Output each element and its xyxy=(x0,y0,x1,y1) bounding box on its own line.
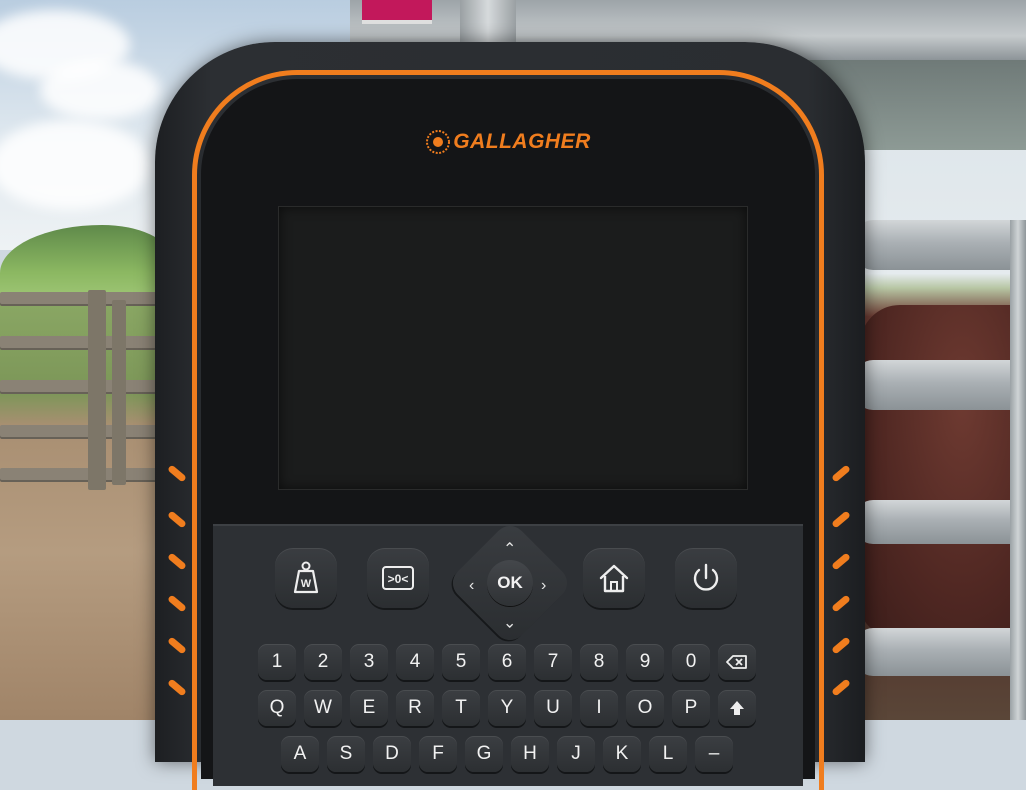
zero-icon: >0< xyxy=(382,566,414,590)
brand-name: GALLAGHER xyxy=(453,130,591,153)
shift-key[interactable] xyxy=(718,690,756,726)
key-o[interactable]: O xyxy=(626,690,664,726)
grip-dash xyxy=(831,636,851,655)
key-j[interactable]: J xyxy=(557,736,595,772)
key-f[interactable]: F xyxy=(419,736,457,772)
key-g[interactable]: G xyxy=(465,736,503,772)
key-5[interactable]: 5 xyxy=(442,644,480,680)
weight-icon: W xyxy=(293,561,319,594)
key-3[interactable]: 3 xyxy=(350,644,388,680)
key-y[interactable]: Y xyxy=(488,690,526,726)
grip-dash xyxy=(167,552,187,571)
key-a[interactable]: A xyxy=(281,736,319,772)
fence-rail xyxy=(0,468,160,482)
keypad: W >0< ⌃ ⌃ ‹ › OK 1 2 3 4 5 6 7 8 9 0 Q W… xyxy=(213,519,803,786)
fence-rail xyxy=(0,336,160,350)
power-icon xyxy=(693,563,719,591)
ok-button[interactable]: OK xyxy=(487,560,533,606)
key-4[interactable]: 4 xyxy=(396,644,434,680)
ground xyxy=(0,300,170,720)
key-q[interactable]: Q xyxy=(258,690,296,726)
grip-dash xyxy=(167,594,187,613)
backspace-icon xyxy=(726,655,747,669)
weigh-scale-device: GALLAGHER W >0< ⌃ ⌃ ‹ › OK 1 2 3 4 5 6 7… xyxy=(155,42,865,790)
key-7[interactable]: 7 xyxy=(534,644,572,680)
grip-dash xyxy=(831,510,851,529)
home-icon xyxy=(599,564,629,593)
fence-rail xyxy=(0,425,160,439)
key-t[interactable]: T xyxy=(442,690,480,726)
gate-rail xyxy=(855,628,1026,676)
gallagher-logo-icon xyxy=(426,130,451,154)
key-1[interactable]: 1 xyxy=(258,644,296,680)
dpad-down-arrow-icon[interactable]: ⌃ xyxy=(503,612,516,629)
weigh-key-label: W xyxy=(301,578,312,590)
dpad-up-arrow-icon[interactable]: ⌃ xyxy=(503,542,516,558)
fence-post xyxy=(112,300,126,485)
grip-dash xyxy=(167,464,187,483)
gate-rail xyxy=(855,500,1026,544)
key-s[interactable]: S xyxy=(327,736,365,772)
key-w[interactable]: W xyxy=(304,690,342,726)
zero-key-label: >0< xyxy=(388,572,409,586)
zero-button[interactable]: >0< xyxy=(367,548,429,608)
dpad-right-arrow-icon[interactable]: › xyxy=(541,578,546,594)
key-e[interactable]: E xyxy=(350,690,388,726)
pole xyxy=(460,0,516,45)
key-0[interactable]: 0 xyxy=(672,644,710,680)
grip-dash xyxy=(831,678,851,697)
key-u[interactable]: U xyxy=(534,690,572,726)
cloud xyxy=(40,60,160,120)
display-screen[interactable] xyxy=(278,206,748,490)
grip-dash xyxy=(831,552,851,571)
shift-icon xyxy=(730,701,744,715)
backspace-key[interactable] xyxy=(718,644,756,680)
brand-logo: GALLAGHER xyxy=(201,129,815,160)
key-8[interactable]: 8 xyxy=(580,644,618,680)
grip-dash xyxy=(831,464,851,483)
key-p[interactable]: P xyxy=(672,690,710,726)
key-h[interactable]: H xyxy=(511,736,549,772)
grip-dash xyxy=(831,594,851,613)
grip-dash xyxy=(167,678,187,697)
fence-rail xyxy=(0,380,160,394)
gate-rail xyxy=(855,220,1026,270)
key-2[interactable]: 2 xyxy=(304,644,342,680)
power-button[interactable] xyxy=(675,548,737,608)
weigh-button[interactable]: W xyxy=(275,548,337,608)
fence-post xyxy=(88,290,106,490)
gate-post xyxy=(1010,220,1026,720)
key-dash[interactable]: – xyxy=(695,736,733,772)
key-r[interactable]: R xyxy=(396,690,434,726)
key-i[interactable]: I xyxy=(580,690,618,726)
sign xyxy=(362,0,432,24)
device-face: GALLAGHER W >0< ⌃ ⌃ ‹ › OK 1 2 3 4 5 6 7… xyxy=(201,79,815,786)
home-button[interactable] xyxy=(583,548,645,608)
grip-dash xyxy=(167,636,187,655)
key-d[interactable]: D xyxy=(373,736,411,772)
gate-rail xyxy=(855,360,1026,410)
key-l[interactable]: L xyxy=(649,736,687,772)
fence-rail xyxy=(0,292,160,306)
key-k[interactable]: K xyxy=(603,736,641,772)
dpad-left-arrow-icon[interactable]: ‹ xyxy=(469,578,474,594)
key-9[interactable]: 9 xyxy=(626,644,664,680)
cow xyxy=(860,305,1026,635)
grip-dash xyxy=(167,510,187,529)
key-6[interactable]: 6 xyxy=(488,644,526,680)
